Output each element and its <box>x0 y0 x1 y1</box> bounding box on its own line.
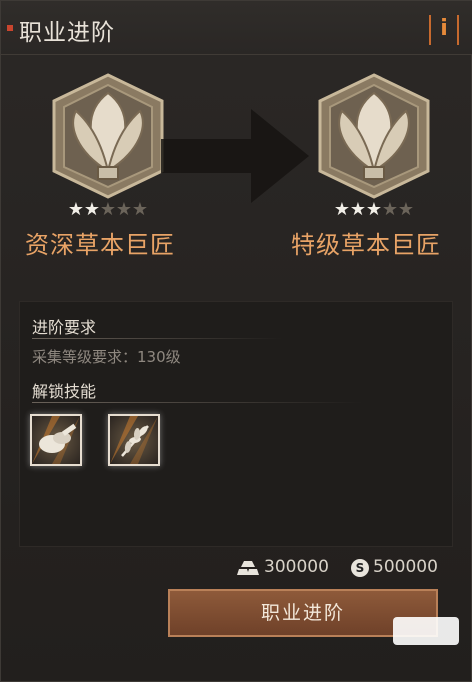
current-rank-emblem: ★ ★ ★ ★ ★ <box>52 73 164 220</box>
svg-text:★: ★ <box>68 199 84 220</box>
coin-cost: 500000 <box>373 557 438 577</box>
divider <box>32 338 282 339</box>
svg-text:★: ★ <box>382 199 398 220</box>
svg-text:★: ★ <box>132 199 148 220</box>
skill-slot-2[interactable] <box>108 414 160 466</box>
leaf-sprig-icon <box>110 416 158 464</box>
requirements-title: 进阶要求 <box>32 318 97 337</box>
info-button[interactable]: i <box>429 15 459 45</box>
window-title: 职业进阶 <box>19 20 115 46</box>
svg-text:★: ★ <box>366 199 382 220</box>
next-rank-name: 特级草本巨匠 <box>291 231 441 259</box>
silver-ingot-icon <box>237 561 259 575</box>
svg-text:★: ★ <box>334 199 350 220</box>
next-rank-emblem: ★ ★ ★ ★ ★ <box>318 73 430 220</box>
title-bar: 职业进阶 i <box>1 1 472 55</box>
divider <box>32 402 362 403</box>
svg-text:★: ★ <box>116 199 132 220</box>
level-requirement: 采集等级要求：130级 <box>32 348 181 366</box>
next-rank-stars: ★ ★ ★ ★ ★ <box>334 199 414 220</box>
unlock-skills-title: 解锁技能 <box>32 382 97 401</box>
herb-bundle-icon <box>32 416 80 464</box>
svg-text:★: ★ <box>398 199 414 220</box>
svg-text:★: ★ <box>100 199 116 220</box>
title-marker <box>7 25 13 31</box>
skill-slot-1[interactable] <box>30 414 82 466</box>
requirements-box: 进阶要求 采集等级要求：130级 解锁技能 <box>19 301 453 547</box>
watermark-logo <box>393 617 459 645</box>
profession-advance-panel: 职业进阶 i ★ ★ ★ ★ ★ 资深草本巨匠 ★ ★ ★ ★ ★ 特级草本巨匠… <box>0 0 472 682</box>
coin-icon: S <box>351 559 369 577</box>
svg-text:★: ★ <box>350 199 366 220</box>
svg-text:★: ★ <box>84 199 100 220</box>
current-rank-stars: ★ ★ ★ ★ ★ <box>68 199 148 220</box>
silver-cost: 300000 <box>264 557 329 577</box>
arrow-right-icon <box>161 109 309 203</box>
current-rank-name: 资深草本巨匠 <box>25 231 175 259</box>
